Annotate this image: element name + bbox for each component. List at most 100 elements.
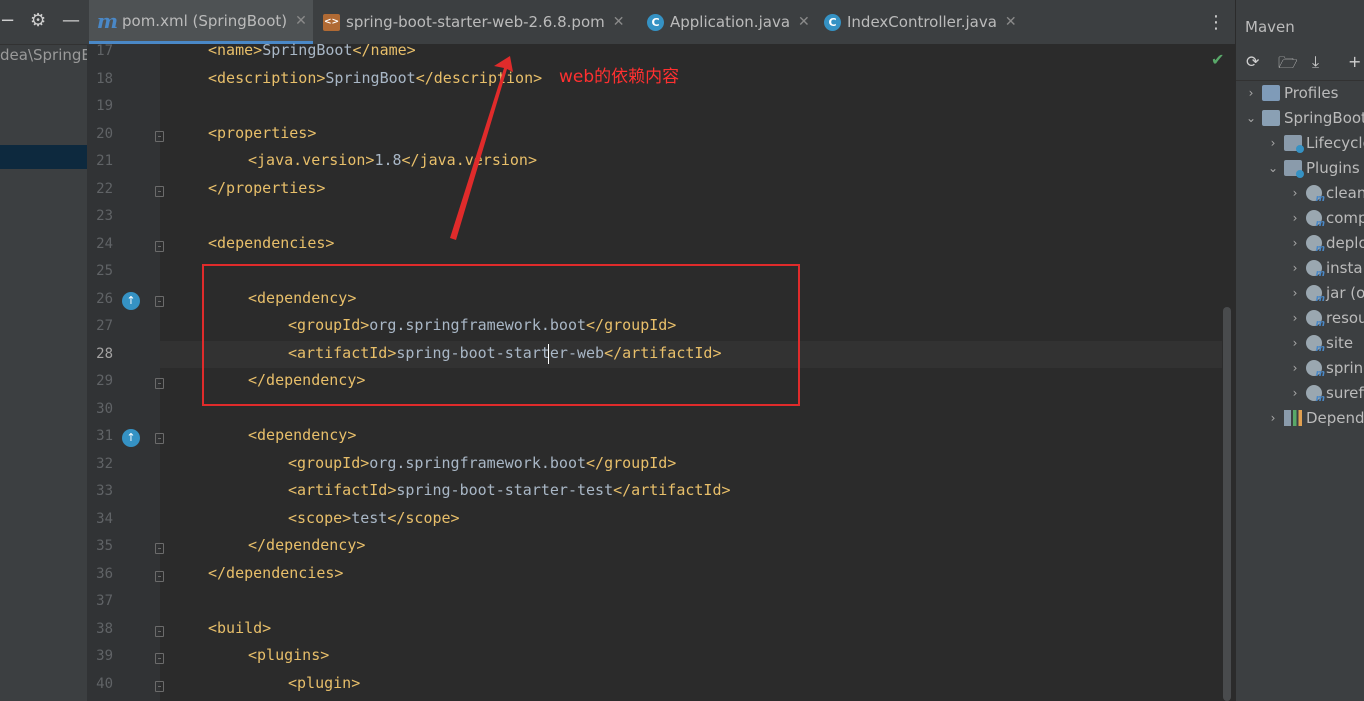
chevron-right-icon[interactable]: ›	[1288, 361, 1302, 375]
chevron-down-icon[interactable]: ⌄	[1244, 111, 1258, 125]
line-number: 38	[96, 620, 113, 637]
hide-icon[interactable]: —	[62, 12, 80, 30]
code-line: </dependencies>	[208, 564, 343, 582]
maven-tree-label: SpringBoot	[1284, 108, 1364, 127]
maven-toolbar: ⟳ 🗁 ⤓ +	[1236, 44, 1364, 81]
plugins-folder-icon	[1284, 159, 1304, 178]
chevron-right-icon[interactable]: ›	[1288, 286, 1302, 300]
maven-tree-label: site	[1326, 333, 1354, 352]
xml-tag: </scope>	[387, 508, 460, 527]
maven-tree-item[interactable]: › Profiles	[1244, 80, 1339, 105]
code-line: <build>	[208, 619, 271, 637]
maven-tree-item[interactable]: › clean	[1288, 180, 1364, 205]
fold-marker-icon[interactable]	[155, 433, 164, 444]
xml-tag: </groupId>	[586, 453, 677, 472]
chevron-right-icon[interactable]: ›	[1244, 86, 1258, 100]
plugin-icon	[1306, 284, 1325, 304]
maven-tree-item[interactable]: › deploy	[1288, 230, 1364, 255]
maven-tree-item[interactable]: › Lifecycle	[1266, 130, 1364, 155]
maven-tree-item[interactable]: › compiler	[1288, 205, 1364, 230]
maven-navigate-icon[interactable]: ↑	[122, 291, 140, 310]
xml-tag: <scope>	[288, 508, 352, 527]
tab-starter-web-pom[interactable]: <> spring-boot-starter-web-2.6.8.pom ✕	[323, 0, 624, 44]
fold-marker-icon[interactable]	[155, 680, 164, 692]
annotation-label: web的依赖内容	[559, 67, 680, 87]
chevron-right-icon[interactable]: ›	[1288, 386, 1302, 400]
line-number: 22	[96, 180, 113, 197]
plugin-icon	[1306, 209, 1325, 229]
chevron-right-icon[interactable]: ›	[1288, 261, 1302, 275]
fold-marker-icon[interactable]	[155, 570, 164, 582]
chevron-right-icon[interactable]: ›	[1288, 186, 1302, 200]
tab-application-java[interactable]: C Application.java ✕	[647, 0, 810, 44]
chevron-right-icon[interactable]: ›	[1288, 336, 1302, 350]
code-line: <groupId>org.springframework.boot</group…	[288, 454, 676, 472]
download-icon[interactable]: ⤓	[1312, 52, 1319, 72]
add-icon[interactable]: +	[1348, 52, 1361, 71]
code-line: <properties>	[208, 124, 316, 142]
maven-tree-item[interactable]: › install	[1288, 255, 1364, 280]
fold-marker-icon[interactable]	[155, 543, 164, 554]
code-line: <plugin>	[288, 674, 360, 692]
close-icon[interactable]: ✕	[798, 14, 810, 30]
chevron-right-icon[interactable]: ›	[1288, 311, 1302, 325]
close-icon[interactable]: ✕	[613, 14, 625, 30]
line-number: 26	[96, 290, 113, 307]
xml-tag: </dependencies>	[208, 563, 344, 582]
fold-marker-icon[interactable]	[155, 295, 164, 307]
maven-tree-label: deploy	[1326, 233, 1364, 252]
maven-tree-item[interactable]: › site	[1288, 330, 1354, 355]
xml-text: SpringBoot	[262, 41, 353, 59]
tab-indexcontroller-java[interactable]: C IndexController.java ✕	[824, 0, 1017, 44]
maven-tree-item[interactable]: ⌄ SpringBoot	[1244, 105, 1364, 130]
close-icon[interactable]: ✕	[295, 13, 307, 29]
more-tabs-icon[interactable]: ⋮	[1207, 12, 1225, 33]
fold-marker-icon[interactable]	[155, 130, 164, 142]
maven-tree-item[interactable]: › surefire	[1288, 380, 1364, 405]
chevron-right-icon[interactable]: ›	[1266, 136, 1280, 150]
line-number: 17	[96, 43, 113, 59]
reload-icon[interactable]: ⟳	[1246, 52, 1259, 71]
maven-tree-label: Dependencies	[1306, 408, 1364, 427]
plugin-icon	[1306, 334, 1325, 354]
editor-scrollbar[interactable]	[1223, 307, 1231, 701]
fold-marker-icon[interactable]	[155, 240, 164, 252]
xml-tag: <build>	[208, 618, 272, 637]
chevron-right-icon[interactable]: ›	[1288, 236, 1302, 250]
maven-tree-item[interactable]: › jar (o	[1288, 280, 1364, 305]
fold-marker-icon[interactable]	[155, 625, 164, 637]
plugin-icon	[1306, 234, 1325, 254]
line-number: 35	[96, 538, 113, 554]
xml-tag: <plugins>	[248, 646, 330, 664]
close-icon[interactable]: ✕	[1005, 14, 1017, 30]
chevron-down-icon[interactable]: ⌄	[1266, 161, 1280, 175]
maven-tree-label: Lifecycle	[1306, 133, 1364, 152]
maven-tree-item[interactable]: ⌄ Plugins	[1266, 155, 1360, 180]
maven-tree-item[interactable]: › resources	[1288, 305, 1364, 330]
editor-tab-bar: m pom.xml (SpringBoot) ✕ <> spring-boot-…	[87, 0, 1235, 45]
line-number: 36	[96, 565, 113, 582]
project-tree-selected-row[interactable]	[0, 145, 87, 169]
fold-marker-icon[interactable]	[155, 653, 164, 664]
collapse-icon[interactable]: −	[0, 12, 15, 30]
chevron-right-icon[interactable]: ›	[1266, 411, 1280, 425]
line-number: 23	[96, 208, 113, 224]
plugin-icon	[1306, 259, 1325, 279]
inspection-ok-icon[interactable]: ✔	[1211, 50, 1224, 69]
maven-tree-label: resources	[1326, 308, 1364, 327]
tab-pom-xml[interactable]: m pom.xml (SpringBoot) ✕	[89, 0, 313, 44]
fold-marker-icon[interactable]	[155, 185, 164, 197]
maven-navigate-icon[interactable]: ↑	[122, 429, 140, 447]
maven-tree-item[interactable]: › spring-boot	[1288, 355, 1364, 380]
chevron-right-icon[interactable]: ›	[1288, 211, 1302, 225]
maven-tree-item[interactable]: › Dependencies	[1266, 405, 1364, 430]
fold-marker-icon[interactable]	[155, 378, 164, 389]
line-number: 21	[96, 153, 113, 169]
maven-tree-label: clean	[1326, 183, 1364, 202]
add-project-icon[interactable]: 🗁	[1278, 52, 1298, 79]
xml-text: 1.8	[374, 151, 402, 169]
xml-text: SpringBoot	[325, 68, 416, 87]
xml-tag: </properties>	[208, 178, 326, 197]
gear-icon[interactable]: ⚙	[30, 12, 46, 30]
lifecycle-folder-icon	[1284, 134, 1304, 153]
